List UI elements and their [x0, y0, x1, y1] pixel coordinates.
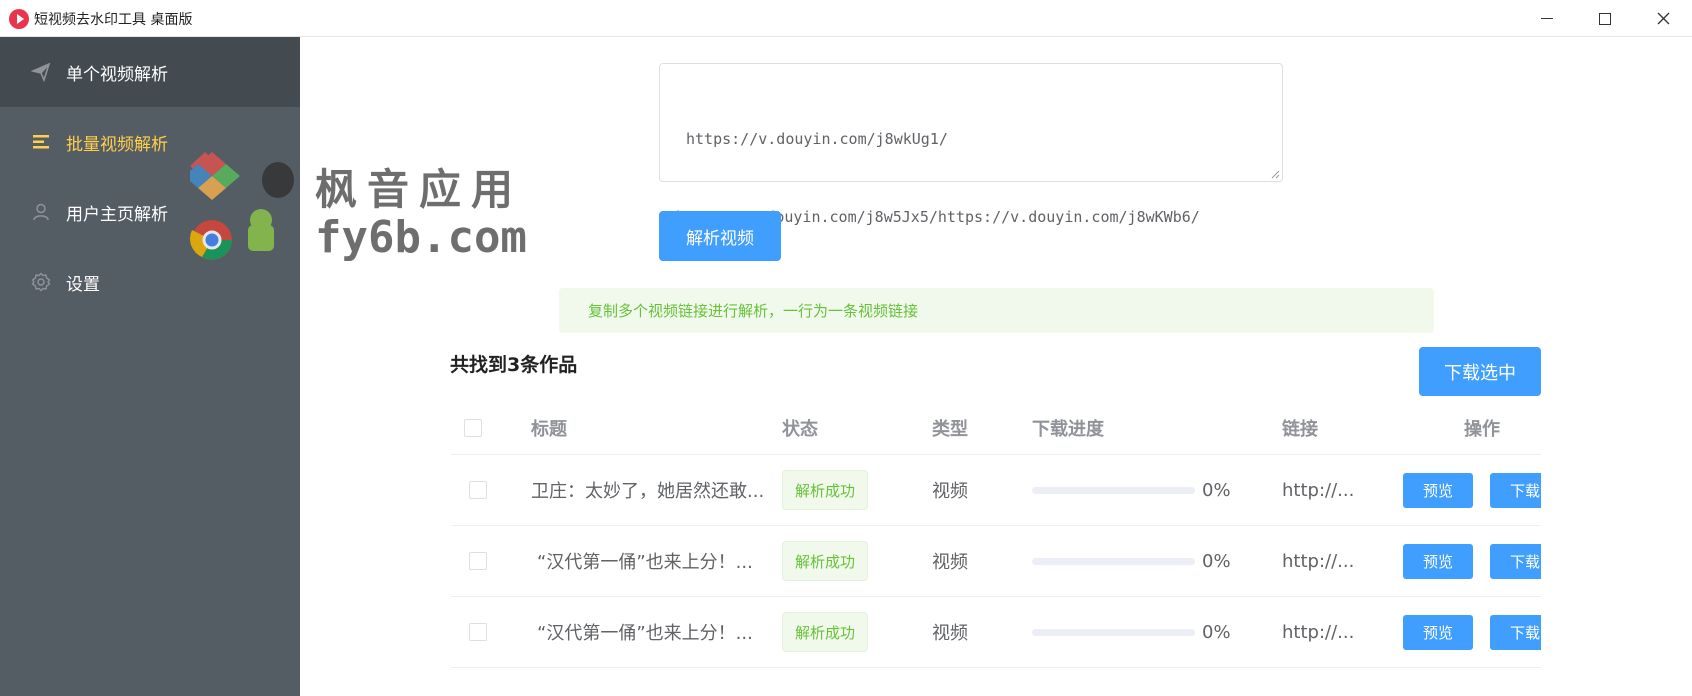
preview-button[interactable]: 预览 [1403, 543, 1473, 579]
minimize-icon [1541, 18, 1553, 19]
status-badge: 解析成功 [782, 612, 869, 652]
sidebar-item-label: 批量视频解析 [66, 134, 168, 155]
download-button[interactable]: 下载 [1490, 472, 1541, 508]
select-all-cell [464, 402, 482, 454]
results-count: 共找到3条作品 [450, 354, 578, 376]
progress-bar [1032, 486, 1195, 494]
row-checkbox[interactable] [469, 552, 487, 570]
table-header: 标题 状态 类型 下载进度 链接 操作 [451, 402, 1541, 455]
row-title: “汉代第一俑”也来上分！... [537, 623, 753, 644]
results-table: 标题 状态 类型 下载进度 链接 操作 卫庄：太妙了，她居然还敢... 解析成功… [451, 402, 1541, 672]
header-actions: 操作 [1464, 419, 1500, 440]
sidebar: 单个视频解析 批量视频解析 用户主页解析 设置 [0, 37, 300, 696]
row-type: 视频 [932, 552, 968, 573]
preview-button[interactable]: 预览 [1403, 614, 1473, 650]
download-selected-button[interactable]: 下载选中 [1419, 347, 1541, 396]
gear-icon [30, 271, 52, 293]
maximize-button[interactable] [1576, 0, 1634, 37]
watermark: 枫音应用 fy6b.com [190, 150, 530, 270]
minimize-button[interactable] [1518, 0, 1576, 37]
title-bar: 短视频去水印工具 桌面版 [0, 0, 1692, 37]
close-button[interactable] [1634, 0, 1692, 37]
list-icon [30, 131, 52, 153]
watermark-text-url: fy6b.com [315, 212, 527, 263]
preview-button[interactable]: 预览 [1403, 472, 1473, 508]
table-row: “汉代第一俑”也来上分！... 解析成功 视频 0% http://... 预览… [451, 597, 1541, 668]
sidebar-item-label: 单个视频解析 [66, 64, 168, 85]
app-window: 短视频去水印工具 桌面版 单个视频解析 批量视频解析 用户主页解析 设置 枫音应… [0, 0, 1692, 696]
watermark-text-cn: 枫音应用 [315, 165, 524, 214]
header-link: 链接 [1282, 419, 1318, 440]
progress-cell: 0% [1032, 597, 1231, 667]
sidebar-item-label: 设置 [66, 274, 100, 295]
row-checkbox[interactable] [469, 623, 487, 641]
row-type: 视频 [932, 481, 968, 502]
window-title: 短视频去水印工具 桌面版 [34, 12, 193, 28]
progress-bar [1032, 557, 1195, 565]
progress-percent: 0% [1202, 550, 1231, 572]
sidebar-item-single-video[interactable]: 单个视频解析 [0, 37, 300, 107]
select-all-checkbox[interactable] [464, 419, 482, 437]
status-badge: 解析成功 [782, 541, 869, 581]
maximize-icon [1599, 12, 1611, 25]
resize-handle-icon[interactable] [1270, 169, 1280, 179]
header-type: 类型 [932, 419, 968, 440]
row-title: “汉代第一俑”也来上分！... [537, 552, 753, 573]
progress-bar [1032, 628, 1195, 636]
row-link[interactable]: http://... [1282, 526, 1354, 596]
table-row: 卫庄：太妙了，她居然还敢... 解析成功 视频 0% http://... 预览… [451, 455, 1541, 526]
table-row: “汉代第一俑”也来上分！... 解析成功 视频 0% http://... 预览… [451, 526, 1541, 597]
progress-percent: 0% [1202, 479, 1231, 501]
links-textarea[interactable]: https://v.douyin.com/j8wkUg1/ https://v.… [659, 63, 1283, 226]
parse-video-button[interactable]: 解析视频 [659, 211, 781, 261]
textarea-line-1: https://v.douyin.com/j8wkUg1/ [686, 130, 948, 148]
close-icon [1657, 12, 1669, 25]
header-progress: 下载进度 [1032, 419, 1104, 440]
header-status: 状态 [782, 419, 818, 440]
app-logo-icon [9, 9, 29, 29]
header-title: 标题 [531, 419, 567, 440]
row-link[interactable]: http://... [1282, 597, 1354, 667]
download-button[interactable]: 下载 [1490, 614, 1541, 650]
row-type: 视频 [932, 623, 968, 644]
info-alert: 复制多个视频链接进行解析，一行为一条视频链接 [559, 288, 1434, 333]
user-icon [30, 201, 52, 223]
row-link[interactable]: http://... [1282, 455, 1354, 525]
progress-cell: 0% [1032, 526, 1231, 596]
row-title: 卫庄：太妙了，她居然还敢... [531, 481, 765, 502]
sidebar-item-label: 用户主页解析 [66, 204, 168, 225]
watermark-logo-icon [190, 152, 294, 260]
paper-plane-icon [30, 61, 52, 83]
status-badge: 解析成功 [782, 470, 869, 510]
row-checkbox[interactable] [469, 481, 487, 499]
progress-percent: 0% [1202, 621, 1231, 643]
download-button[interactable]: 下载 [1490, 543, 1541, 579]
progress-cell: 0% [1032, 455, 1231, 525]
